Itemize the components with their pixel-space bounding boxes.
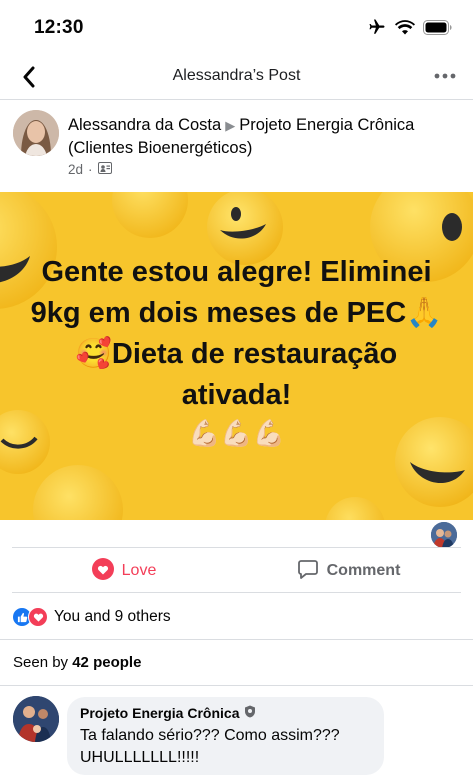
comment-line-2: UHULLLLLLL!!!!! — [80, 749, 200, 766]
reactions-summary-text: You and 9 others — [54, 608, 171, 625]
status-time: 12:30 — [34, 17, 84, 38]
love-label: Love — [121, 562, 157, 579]
love-icon — [91, 557, 114, 585]
action-bar: Love Comment — [12, 547, 461, 593]
comment-icon — [297, 558, 319, 585]
group-privacy-icon — [97, 162, 112, 177]
avatar[interactable] — [13, 110, 59, 156]
comment-author-name[interactable]: Projeto Energia Crônica — [80, 705, 239, 721]
more-options-button[interactable] — [433, 64, 457, 88]
comment-line-1: Ta falando sério??? Como assim??? — [80, 727, 340, 744]
comment-bubble[interactable]: Projeto Energia Crônica Ta falando sério… — [67, 697, 384, 775]
wifi-icon — [395, 19, 415, 40]
love-icon — [28, 607, 48, 627]
nav-bar: Alessandra’s Post — [0, 54, 473, 100]
comment-button[interactable]: Comment — [236, 548, 461, 594]
flexed-biceps-emojis: 💪🏻💪🏻💪🏻 — [187, 418, 286, 448]
comment-author: Projeto Energia Crônica — [80, 705, 371, 721]
page-title: Alessandra’s Post — [172, 67, 301, 84]
seen-by-count: 42 people — [72, 654, 142, 671]
divider — [0, 639, 473, 640]
post-header: Alessandra da Costa ▶ Projeto Energia Crôn… — [0, 101, 473, 191]
meta-separator: · — [88, 162, 93, 177]
divider — [0, 685, 473, 686]
comment-label: Comment — [326, 562, 401, 579]
status-icons — [367, 18, 453, 41]
comment-author-avatar[interactable] — [13, 696, 59, 742]
admin-shield-icon — [244, 705, 256, 721]
reactor-avatar[interactable] — [429, 520, 459, 550]
post-author-line: Alessandra da Costa ▶ Projeto Energia Crôn… — [68, 114, 448, 160]
post-image-text: Gente estou alegre! Eliminei 9kg em dois… — [30, 256, 443, 411]
seen-by-prefix: Seen by — [13, 654, 69, 671]
battery-icon — [423, 19, 453, 40]
more-dots-icon — [434, 73, 456, 79]
post-age[interactable]: 2d — [68, 162, 83, 177]
airplane-icon — [367, 18, 387, 41]
arrow-right-icon: ▶ — [225, 118, 236, 133]
seen-by[interactable]: Seen by 42 people — [13, 654, 141, 671]
reaction-icons — [12, 607, 48, 627]
reactions-summary[interactable]: You and 9 others — [12, 603, 171, 631]
post-meta: 2d · — [68, 162, 112, 177]
post-image[interactable]: Gente estou alegre! Eliminei 9kg em dois… — [0, 192, 473, 520]
comment-text: Ta falando sério??? Como assim??? UHULLL… — [80, 725, 371, 769]
love-button[interactable]: Love — [12, 548, 236, 594]
author-name[interactable]: Alessandra da Costa — [68, 116, 221, 134]
status-bar: 12:30 — [0, 0, 473, 54]
